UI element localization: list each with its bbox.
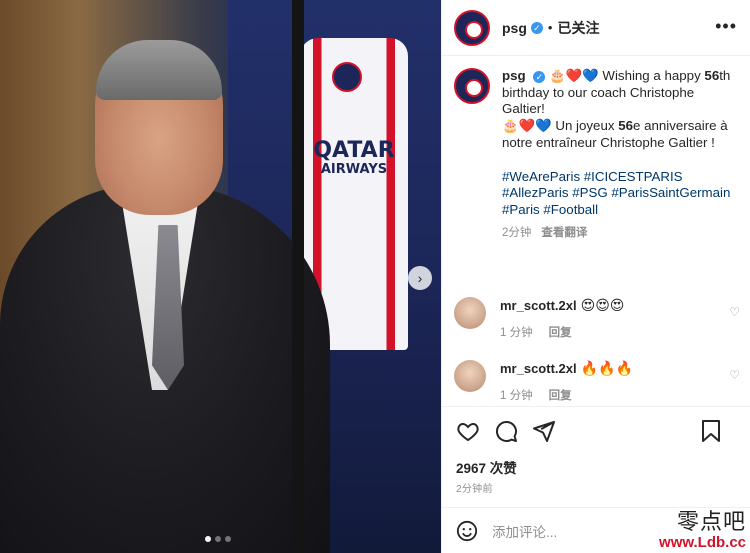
caption-line2-pre: Un joyeux bbox=[551, 118, 619, 134]
post-header: psg ✓ • 已关注 ••• bbox=[442, 0, 750, 56]
post-side-panel: psg ✓ • 已关注 ••• psg ✓ 🎂❤️💙 Wishing a hap… bbox=[441, 0, 750, 553]
comment-username[interactable]: mr_scott.2xl bbox=[500, 361, 577, 376]
reply-button[interactable]: 回复 bbox=[549, 390, 572, 402]
comment-meta: 1 分钟 回复 bbox=[500, 324, 624, 340]
comment-like-icon[interactable]: ♡ bbox=[729, 368, 740, 382]
caption-emoji: 🎂❤️💙 bbox=[502, 118, 552, 134]
comment-time: 1 分钟 bbox=[500, 327, 533, 339]
caption-line1-bold: 56 bbox=[704, 68, 720, 83]
comment-text: 😍😍😍 bbox=[580, 297, 625, 313]
reply-button[interactable]: 回复 bbox=[549, 327, 572, 339]
comment-item: mr_scott.2xl 😍😍😍 1 分钟 回复 ♡ bbox=[454, 297, 744, 340]
hashtags[interactable]: #WeAreParis #ICICESTPARIS #AllezParis #P… bbox=[502, 169, 732, 219]
avatar[interactable] bbox=[454, 68, 490, 104]
post-time: 2分钟前 bbox=[456, 484, 493, 495]
action-bar bbox=[442, 406, 750, 454]
caption-emoji: 🎂❤️💙 bbox=[549, 68, 599, 83]
avatar[interactable] bbox=[454, 9, 490, 46]
comment-time: 1 分钟 bbox=[500, 390, 533, 402]
carousel-dots bbox=[205, 536, 231, 542]
emoji-icon[interactable] bbox=[456, 520, 478, 542]
carousel-dot bbox=[215, 536, 221, 542]
watermark-title: 零点吧 bbox=[676, 510, 746, 535]
comment-body: mr_scott.2xl 🔥🔥🔥 1 分钟 回复 bbox=[500, 360, 633, 403]
watermark: 零点吧 www.Ldb.cc bbox=[659, 511, 746, 551]
comment-avatar[interactable] bbox=[454, 360, 486, 392]
jersey-sponsor-text: QATAR AIRWAYS bbox=[313, 138, 395, 178]
psg-badge-icon bbox=[332, 62, 362, 92]
separator-dot: • bbox=[547, 20, 553, 35]
caption-text: psg ✓ 🎂❤️💙 Wishing a happy 56th birthday… bbox=[502, 68, 732, 241]
caption-username[interactable]: psg bbox=[502, 68, 526, 83]
caption: psg ✓ 🎂❤️💙 Wishing a happy 56th birthday… bbox=[442, 68, 750, 241]
comment-username[interactable]: mr_scott.2xl bbox=[500, 298, 577, 313]
coach-hair bbox=[96, 40, 222, 100]
caption-meta: 2分钟 查看翻译 bbox=[502, 225, 732, 242]
comment-text: 🔥🔥🔥 bbox=[580, 360, 633, 376]
bookmark-icon[interactable] bbox=[699, 419, 723, 443]
carousel-dot bbox=[225, 536, 231, 542]
share-icon[interactable] bbox=[532, 419, 556, 443]
carousel-dot bbox=[205, 536, 211, 542]
comment-icon[interactable] bbox=[494, 419, 518, 443]
see-translation-link[interactable]: 查看翻译 bbox=[541, 227, 587, 239]
caption-line2-bold: 56 bbox=[618, 118, 633, 134]
like-icon[interactable] bbox=[456, 419, 480, 443]
comment-input[interactable]: 添加评论... bbox=[492, 521, 557, 541]
camera-stand bbox=[292, 0, 304, 553]
watermark-url: www.Ldb.cc bbox=[659, 534, 746, 551]
header-username[interactable]: psg bbox=[502, 20, 527, 36]
comment-avatar[interactable] bbox=[454, 297, 486, 329]
comment-like-icon[interactable]: ♡ bbox=[729, 305, 740, 319]
verified-icon: ✓ bbox=[533, 71, 546, 83]
caption-time: 2分钟 bbox=[502, 226, 532, 239]
post-photo[interactable]: QATAR AIRWAYS › bbox=[0, 0, 441, 553]
comment-meta: 1 分钟 回复 bbox=[500, 387, 633, 403]
comment-body: mr_scott.2xl 😍😍😍 1 分钟 回复 bbox=[500, 297, 624, 340]
verified-icon: ✓ bbox=[530, 21, 543, 34]
carousel-next-button[interactable]: › bbox=[408, 266, 432, 290]
caption-line1-pre: Wishing a happy bbox=[598, 68, 705, 83]
follow-button[interactable]: 已关注 bbox=[557, 18, 599, 38]
more-options-icon[interactable]: ••• bbox=[715, 16, 737, 37]
comment-item: mr_scott.2xl 🔥🔥🔥 1 分钟 回复 ♡ bbox=[454, 360, 744, 403]
likes-count[interactable]: 2967 次赞 bbox=[456, 457, 517, 477]
